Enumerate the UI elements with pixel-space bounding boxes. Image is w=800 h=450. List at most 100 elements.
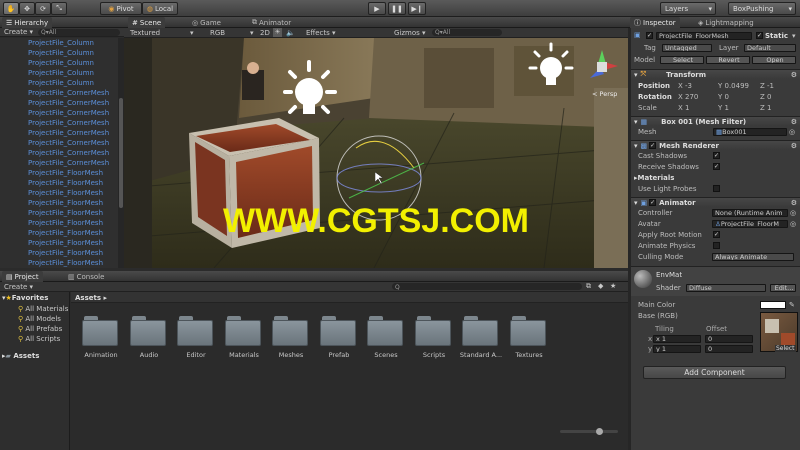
play-button[interactable]: ▶ xyxy=(368,2,386,15)
tiling-y-field[interactable]: y 1 xyxy=(653,345,701,353)
tag-dropdown[interactable]: Untagged xyxy=(662,44,712,52)
use-light-probes-checkbox[interactable] xyxy=(713,185,720,192)
shader-dropdown[interactable]: Diffuse xyxy=(686,284,766,292)
tab-animator[interactable]: ⧉ Animator xyxy=(248,17,295,28)
hierarchy-item[interactable]: ProjectFile_CornerMesh xyxy=(0,108,124,118)
tab-game[interactable]: ◎ Game xyxy=(188,17,225,28)
culling-mode-dropdown[interactable]: Always Animate xyxy=(712,253,794,261)
folder-item[interactable] xyxy=(225,316,263,346)
mesh-filter-header[interactable]: ▾ ▦ Box 001 (Mesh Filter) ⚙ xyxy=(631,116,800,126)
orientation-gizmo[interactable]: < Persp xyxy=(582,46,622,104)
light-gizmo[interactable] xyxy=(279,60,339,130)
lighting-toggle[interactable]: ☀ xyxy=(273,28,282,37)
hierarchy-create-button[interactable]: Create ▾ xyxy=(4,28,33,36)
folder-item[interactable] xyxy=(462,316,500,346)
breadcrumb-assets[interactable]: Assets ▸ xyxy=(75,294,107,302)
layers-dropdown[interactable]: Layers ▾ xyxy=(660,2,716,15)
folder-item[interactable] xyxy=(82,316,120,346)
hierarchy-item[interactable]: ProjectFile_Column xyxy=(0,58,124,68)
folder-label[interactable]: Scripts xyxy=(408,351,460,359)
folder-label[interactable]: Materials xyxy=(218,351,270,359)
local-button[interactable]: ◍ Local xyxy=(142,2,178,15)
model-revert-button[interactable]: Revert xyxy=(706,56,750,64)
receive-shadows-checkbox[interactable]: ✓ xyxy=(713,163,720,170)
scale-z-field[interactable]: Z 1 xyxy=(760,104,771,112)
layer-dropdown[interactable]: Default xyxy=(744,44,796,52)
tab-lightmapping[interactable]: ◈ Lightmapping xyxy=(694,17,758,28)
folder-item[interactable] xyxy=(510,316,548,346)
static-label[interactable]: Static xyxy=(765,32,788,40)
folder-label[interactable]: Prefab xyxy=(313,351,365,359)
controller-field[interactable]: None (Runtime Anim xyxy=(712,209,788,217)
hierarchy-item[interactable]: ProjectFile_Column xyxy=(0,68,124,78)
pause-button[interactable]: ❚❚ xyxy=(388,2,406,15)
hierarchy-item[interactable]: ProjectFile_FloorMesh xyxy=(0,248,124,258)
mode-2d-toggle[interactable]: 2D xyxy=(260,29,270,37)
hierarchy-item[interactable]: ProjectFile_FloorMesh xyxy=(0,258,124,268)
enabled-checkbox[interactable]: ✓ xyxy=(649,199,657,206)
hierarchy-item[interactable]: ProjectFile_FloorMesh xyxy=(0,168,124,178)
hierarchy-item[interactable]: ProjectFile_CornerMesh xyxy=(0,128,124,138)
tab-hierarchy[interactable]: ☰ Hierarchy xyxy=(2,17,53,28)
project-create-button[interactable]: Create ▾ xyxy=(4,283,33,291)
object-name-field[interactable]: ProjectFile_FloorMesh xyxy=(656,32,752,40)
move-tool-button[interactable]: ✥ xyxy=(19,2,35,15)
hierarchy-item[interactable]: ProjectFile_FloorMesh xyxy=(0,198,124,208)
favorite-item[interactable]: ⚲ All Materials xyxy=(18,304,68,314)
animator-header[interactable]: ▾ ▣ ✓ Animator ⚙ xyxy=(631,197,800,207)
folder-item[interactable] xyxy=(177,316,215,346)
hierarchy-item[interactable]: ProjectFile_FloorMesh xyxy=(0,218,124,228)
project-search-input[interactable]: Q xyxy=(392,283,582,291)
cast-shadows-checkbox[interactable]: ✓ xyxy=(713,152,720,159)
main-color-swatch[interactable] xyxy=(760,301,786,309)
hierarchy-item[interactable]: ProjectFile_FloorMesh xyxy=(0,188,124,198)
tab-project[interactable]: ▤ Project xyxy=(2,271,43,282)
slider-thumb[interactable] xyxy=(596,428,603,435)
layout-dropdown[interactable]: BoxPushing ▾ xyxy=(728,2,796,15)
active-checkbox[interactable]: ✓ xyxy=(646,32,653,39)
shader-edit-button[interactable]: Edit... xyxy=(770,284,796,292)
hierarchy-item[interactable]: ProjectFile_FloorMesh xyxy=(0,178,124,188)
scene-search-input[interactable]: Q▾All xyxy=(432,29,502,36)
folder-label[interactable]: Audio xyxy=(123,351,175,359)
audio-icon[interactable]: 🔈 xyxy=(286,29,295,37)
tab-scene[interactable]: # Scene xyxy=(128,17,166,28)
folder-item[interactable] xyxy=(415,316,453,346)
object-picker-icon[interactable]: ◎ xyxy=(790,220,796,228)
hand-tool-button[interactable]: ✋ xyxy=(3,2,19,15)
favorite-item[interactable]: ⚲ All Scripts xyxy=(18,334,68,344)
step-button[interactable]: ▶❙ xyxy=(408,2,426,15)
hierarchy-item[interactable]: ProjectFile_CornerMesh xyxy=(0,98,124,108)
chevron-down-icon[interactable]: ▾ xyxy=(792,32,796,40)
favorite-star-icon[interactable]: ★ xyxy=(610,282,616,290)
effects-dropdown[interactable]: Effects ▾ xyxy=(306,29,336,37)
offset-y-field[interactable]: 0 xyxy=(705,345,753,353)
folder-item[interactable] xyxy=(130,316,168,346)
persp-label[interactable]: < Persp xyxy=(592,90,617,98)
gear-icon[interactable]: ⚙ xyxy=(791,199,797,207)
hierarchy-item[interactable]: ProjectFile_CornerMesh xyxy=(0,88,124,98)
folder-label[interactable]: Meshes xyxy=(265,351,317,359)
icon-size-slider[interactable] xyxy=(560,428,618,435)
gizmos-dropdown[interactable]: Gizmos ▾ xyxy=(394,29,426,37)
hierarchy-item[interactable]: ProjectFile_FloorMesh xyxy=(0,228,124,238)
scale-y-field[interactable]: Y 1 xyxy=(718,104,729,112)
scrollbar-thumb[interactable] xyxy=(119,98,123,208)
position-x-field[interactable]: X -3 xyxy=(678,82,692,90)
tab-console[interactable]: ▥ Console xyxy=(64,271,108,282)
model-open-button[interactable]: Open xyxy=(752,56,796,64)
gear-icon[interactable]: ⚙ xyxy=(791,71,797,79)
folder-label[interactable]: Scenes xyxy=(360,351,412,359)
pivot-button[interactable]: ◉ Pivot xyxy=(100,2,142,15)
scale-x-field[interactable]: X 1 xyxy=(678,104,689,112)
materials-foldout[interactable]: ▸Materials xyxy=(634,174,674,182)
scene-viewport[interactable]: < Persp WWW.CGTSJ.COM xyxy=(124,38,628,268)
folder-item[interactable] xyxy=(320,316,358,346)
gear-icon[interactable]: ⚙ xyxy=(791,142,797,150)
folder-label[interactable]: Standard A... xyxy=(455,351,507,359)
mesh-field[interactable]: ▦Box001 xyxy=(713,128,787,136)
hierarchy-item[interactable]: ProjectFile_Column xyxy=(0,38,124,48)
light-gizmo[interactable] xyxy=(526,42,576,97)
apply-root-motion-checkbox[interactable]: ✓ xyxy=(713,231,720,238)
scale-tool-button[interactable]: ⤡ xyxy=(51,2,67,15)
